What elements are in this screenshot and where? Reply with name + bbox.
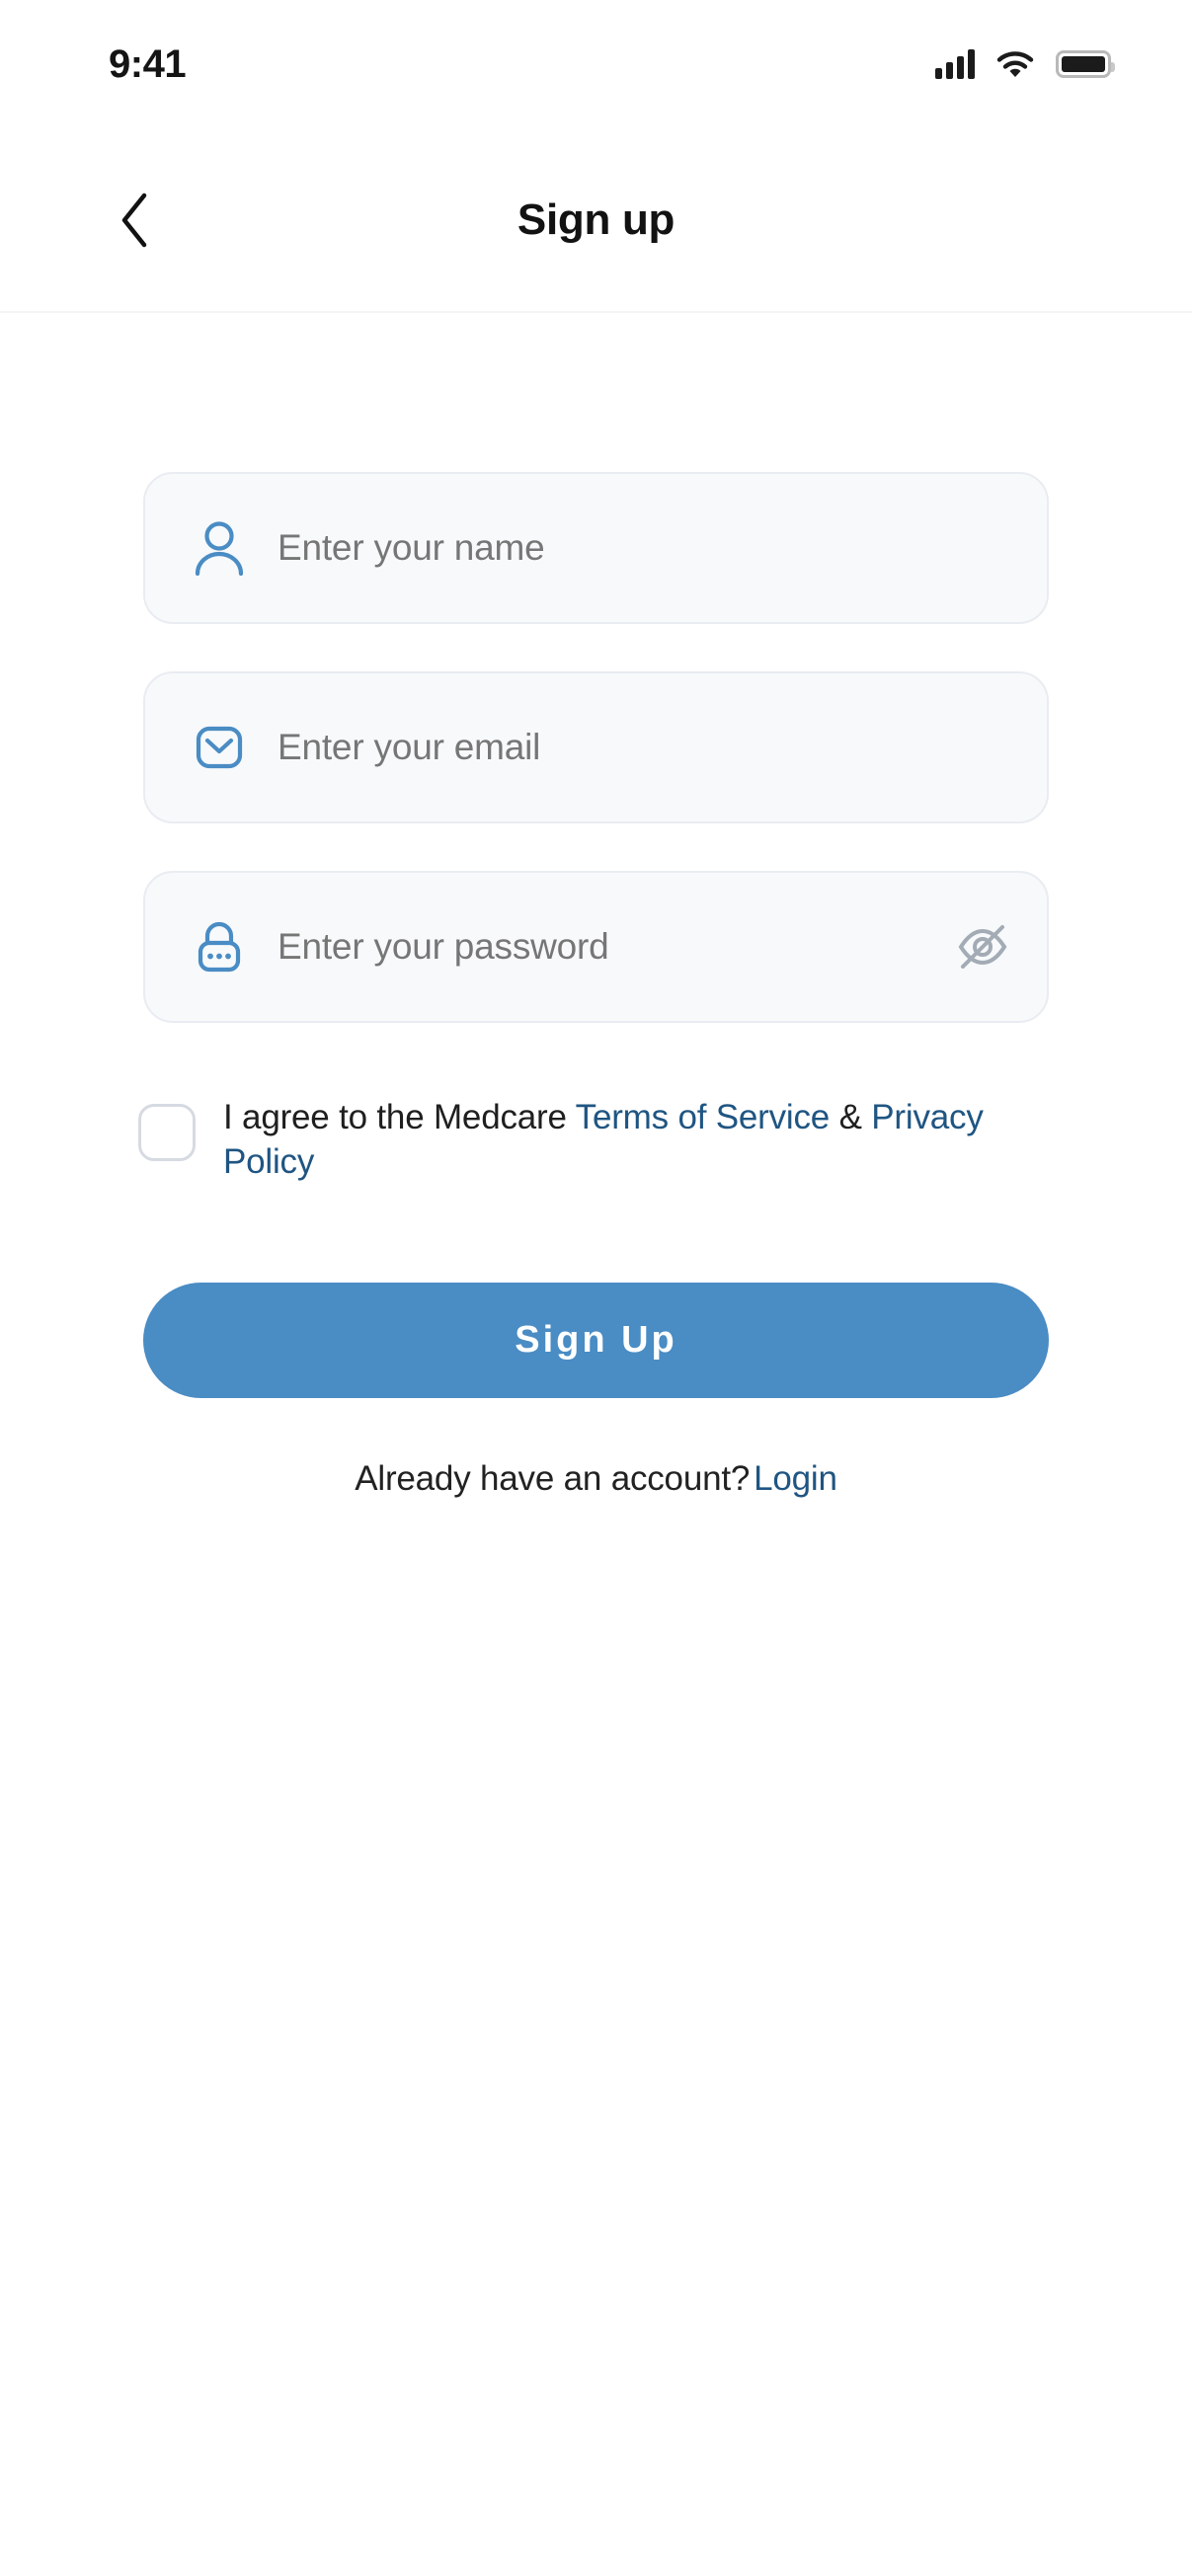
user-icon xyxy=(189,517,250,579)
battery-full-icon xyxy=(1056,50,1115,78)
lock-icon xyxy=(189,916,250,977)
agreement-row: I agree to the Medcare Terms of Service … xyxy=(138,1096,1067,1185)
eye-off-icon[interactable] xyxy=(952,916,1013,977)
terms-checkbox[interactable] xyxy=(138,1104,196,1161)
terms-of-service-link[interactable]: Terms of Service xyxy=(576,1098,831,1136)
agreement-prefix: I agree to the Medcare xyxy=(223,1098,576,1136)
signup-button[interactable]: Sign Up xyxy=(143,1283,1049,1398)
status-icons-group xyxy=(935,49,1115,79)
login-prompt: Already have an account? Login xyxy=(0,1459,1192,1499)
signup-form: Enter your name Enter your email Enter y… xyxy=(143,472,1049,1070)
email-input-placeholder[interactable]: Enter your email xyxy=(278,727,1013,768)
signup-screen: 9:41 Sign up Enter your name Enter your … xyxy=(0,0,1192,2576)
wifi-icon xyxy=(996,51,1034,77)
status-time: 9:41 xyxy=(109,41,187,86)
login-prompt-text: Already have an account? xyxy=(355,1459,751,1498)
email-field[interactable]: Enter your email xyxy=(143,671,1049,823)
envelope-icon xyxy=(189,717,250,778)
page-header: Sign up xyxy=(0,128,1192,313)
password-field[interactable]: Enter your password xyxy=(143,871,1049,1023)
cellular-signal-icon xyxy=(935,49,975,79)
page-title: Sign up xyxy=(517,195,675,244)
status-bar: 9:41 xyxy=(0,0,1192,128)
login-link[interactable]: Login xyxy=(754,1459,837,1498)
agreement-text: I agree to the Medcare Terms of Service … xyxy=(223,1096,1053,1185)
agreement-separator: & xyxy=(830,1098,872,1136)
name-input-placeholder[interactable]: Enter your name xyxy=(278,527,1013,569)
password-input-placeholder[interactable]: Enter your password xyxy=(278,926,952,968)
name-field[interactable]: Enter your name xyxy=(143,472,1049,624)
